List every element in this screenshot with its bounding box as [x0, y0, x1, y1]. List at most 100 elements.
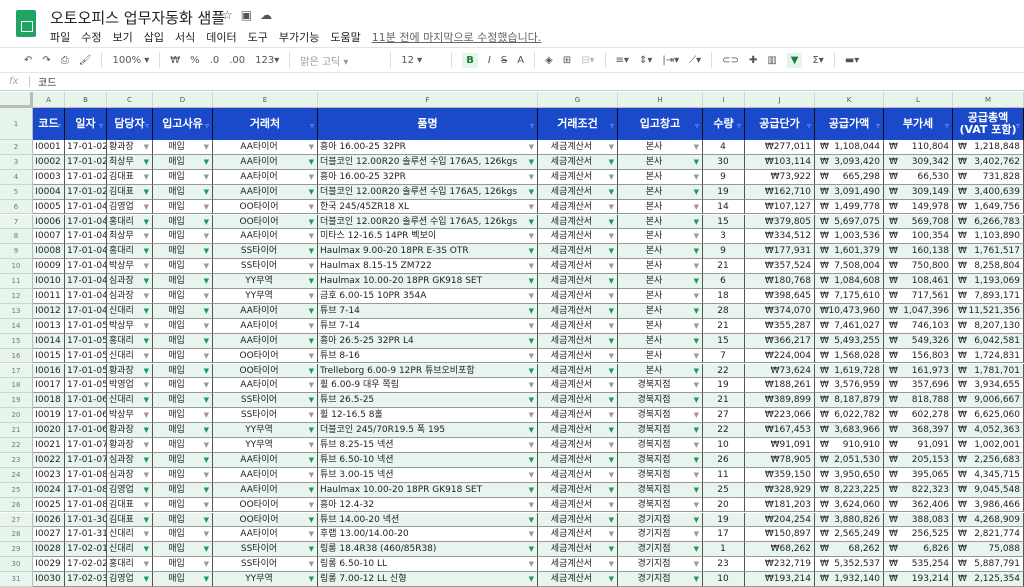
filter-icon[interactable]: ▿: [876, 120, 880, 132]
cell-unit-price[interactable]: ₩188,261: [745, 378, 815, 394]
dropdown-arrow-icon[interactable]: ▼: [529, 185, 534, 199]
cell-date[interactable]: 17-01-05: [65, 318, 107, 334]
column-header-B[interactable]: B: [65, 92, 107, 108]
cell-code[interactable]: I0006: [33, 214, 65, 230]
cell-reason[interactable]: 매입 ▼: [153, 512, 213, 528]
cell-manager[interactable]: 심과장 ▼: [107, 467, 153, 483]
dropdown-arrow-icon[interactable]: ▼: [694, 378, 699, 392]
cell-total[interactable]: ₩1,781,701: [953, 363, 1024, 379]
cell-qty[interactable]: 10: [703, 438, 745, 453]
cell-supply-amount[interactable]: ₩7,175,610: [815, 289, 884, 304]
cell-date[interactable]: 17-02-01: [65, 542, 107, 558]
cell-unit-price[interactable]: ₩277,011: [745, 140, 815, 155]
dropdown-arrow-icon[interactable]: ▼: [144, 274, 149, 288]
dropdown-arrow-icon[interactable]: ▼: [204, 155, 209, 169]
cell-item[interactable]: 한국 245/45ZR18 XL ▼: [318, 199, 538, 215]
dropdown-arrow-icon[interactable]: ▼: [609, 572, 614, 586]
cell-total[interactable]: ₩4,268,909: [953, 512, 1024, 528]
cell-terms[interactable]: 세금계산서 ▼: [538, 557, 618, 573]
dropdown-arrow-icon[interactable]: ▼: [309, 185, 314, 199]
dropdown-arrow-icon[interactable]: ▼: [609, 527, 614, 541]
dropdown-arrow-icon[interactable]: ▼: [204, 557, 209, 571]
header-unit-price[interactable]: 공급단가 ▿: [745, 108, 815, 140]
cell-reason[interactable]: 매입 ▼: [153, 184, 213, 200]
cell-qty[interactable]: 27: [703, 408, 745, 424]
cell-supply-amount[interactable]: ₩1,932,140: [815, 572, 884, 587]
cell-vendor[interactable]: YY무역 ▼: [213, 274, 318, 289]
cell-vendor[interactable]: AA타이어 ▼: [213, 169, 318, 185]
cell-vendor[interactable]: YY무역 ▼: [213, 572, 318, 587]
dropdown-arrow-icon[interactable]: ▼: [309, 170, 314, 184]
cell-manager[interactable]: 홍대리 ▼: [107, 333, 153, 349]
cell-unit-price[interactable]: ₩366,217: [745, 333, 815, 349]
cell-item[interactable]: 튜브 8-16 ▼: [318, 348, 538, 364]
dropdown-arrow-icon[interactable]: ▼: [694, 393, 699, 407]
cell-total[interactable]: ₩8,258,804: [953, 259, 1024, 275]
cell-vat[interactable]: ₩6,826: [884, 542, 953, 558]
dropdown-arrow-icon[interactable]: ▼: [309, 453, 314, 467]
cell-terms[interactable]: 세금계산서 ▼: [538, 169, 618, 185]
cell-qty[interactable]: 9: [703, 244, 745, 260]
cell-unit-price[interactable]: ₩359,150: [745, 467, 815, 483]
menu-addons[interactable]: 부가기능: [279, 29, 319, 45]
cell-manager[interactable]: 심과장 ▼: [107, 289, 153, 304]
cell-supply-amount[interactable]: ₩2,051,530: [815, 452, 884, 468]
cell-manager[interactable]: 김영업 ▼: [107, 199, 153, 215]
cell-manager[interactable]: 박상무 ▼: [107, 259, 153, 275]
dropdown-arrow-icon[interactable]: ▼: [694, 438, 699, 452]
cell-manager[interactable]: 박상무 ▼: [107, 318, 153, 334]
cell-supply-amount[interactable]: ₩10,473,960: [815, 303, 884, 319]
row-header[interactable]: 12: [0, 289, 33, 304]
dropdown-arrow-icon[interactable]: ▼: [694, 200, 699, 214]
dropdown-arrow-icon[interactable]: ▼: [609, 334, 614, 348]
filter-icon[interactable]: ▿: [145, 120, 149, 132]
cell-code[interactable]: I0011: [33, 289, 65, 304]
dropdown-arrow-icon[interactable]: ▼: [529, 453, 534, 467]
cell-qty[interactable]: 10: [703, 572, 745, 587]
dropdown-arrow-icon[interactable]: ▼: [309, 155, 314, 169]
print-icon[interactable]: ⎙: [61, 55, 69, 66]
dropdown-arrow-icon[interactable]: ▼: [694, 259, 699, 273]
last-edit-link[interactable]: 11분 전에 마지막으로 수정했습니다.: [372, 29, 542, 45]
cell-code[interactable]: I0028: [33, 542, 65, 558]
redo-icon[interactable]: ↷: [42, 55, 50, 66]
cell-vat[interactable]: ₩161,973: [884, 363, 953, 379]
cell-item[interactable]: 더블코인 245/70R19.5 폭 195 ▼: [318, 423, 538, 438]
cell-vat[interactable]: ₩160,138: [884, 244, 953, 260]
cell-vendor[interactable]: AA타이어 ▼: [213, 184, 318, 200]
column-header-I[interactable]: I: [703, 92, 745, 108]
cell-manager[interactable]: 최상무 ▼: [107, 229, 153, 245]
cell-vat[interactable]: ₩100,354: [884, 229, 953, 245]
cell-vendor[interactable]: SS타이어 ▼: [213, 557, 318, 573]
dropdown-arrow-icon[interactable]: ▼: [609, 229, 614, 243]
dropdown-arrow-icon[interactable]: ▼: [144, 468, 149, 482]
cell-vat[interactable]: ₩549,326: [884, 333, 953, 349]
cell-terms[interactable]: 세금계산서 ▼: [538, 199, 618, 215]
dropdown-arrow-icon[interactable]: ▼: [309, 408, 314, 422]
column-header-M[interactable]: M: [953, 92, 1024, 108]
cell-item[interactable]: 흥아 16.00-25 32PR ▼: [318, 169, 538, 185]
cell-vat[interactable]: ₩110,804: [884, 140, 953, 155]
cell-supply-amount[interactable]: ₩1,003,536: [815, 229, 884, 245]
cell-warehouse[interactable]: 본사 ▼: [618, 318, 703, 334]
dropdown-arrow-icon[interactable]: ▼: [204, 542, 209, 556]
cell-terms[interactable]: 세금계산서 ▼: [538, 423, 618, 438]
dropdown-arrow-icon[interactable]: ▼: [529, 304, 534, 318]
cell-item[interactable]: 링롱 6.50-10 LL ▼: [318, 557, 538, 573]
cell-qty[interactable]: 28: [703, 303, 745, 319]
cell-vendor[interactable]: AA타이어 ▼: [213, 452, 318, 468]
cell-warehouse[interactable]: 경기지점 ▼: [618, 572, 703, 587]
header-qty[interactable]: 수량 ▿: [703, 108, 745, 140]
cell-reason[interactable]: 매입 ▼: [153, 348, 213, 364]
cell-code[interactable]: I0027: [33, 527, 65, 543]
header-code[interactable]: 코드 ▿: [33, 108, 65, 140]
merge-cells-icon[interactable]: ⊟▾: [581, 55, 594, 66]
row-header[interactable]: 3: [0, 154, 33, 170]
cell-manager[interactable]: 신대리 ▼: [107, 527, 153, 543]
row-header[interactable]: 14: [0, 318, 33, 334]
cell-total[interactable]: ₩7,893,171: [953, 289, 1024, 304]
cell-unit-price[interactable]: ₩389,899: [745, 393, 815, 409]
insert-link-icon[interactable]: ⊂⊃: [722, 55, 739, 66]
formula-input[interactable]: 코드: [30, 74, 56, 89]
text-color-button[interactable]: A: [517, 55, 524, 66]
